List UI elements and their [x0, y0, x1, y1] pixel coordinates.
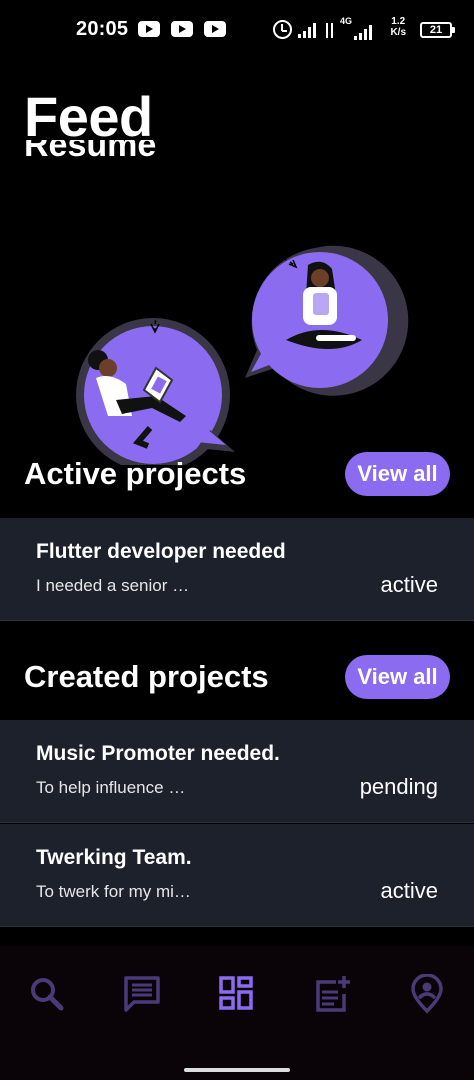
bottom-nav: [0, 946, 474, 1080]
project-status: pending: [359, 774, 438, 799]
project-status: active: [380, 572, 438, 597]
data-arrows-icon: [324, 22, 336, 38]
alarm-icon: [273, 20, 292, 39]
nav-messages[interactable]: [122, 974, 162, 1014]
location-person-icon: [411, 973, 443, 1014]
search-icon: [31, 978, 64, 1011]
nav-search[interactable]: [27, 974, 67, 1014]
battery-icon: 21: [420, 22, 455, 38]
home-indicator[interactable]: [184, 1068, 290, 1072]
note-add-icon: [316, 976, 350, 1012]
nav-feed[interactable]: [217, 974, 257, 1014]
project-card[interactable]: Music Promoter needed. To help influence…: [0, 720, 474, 823]
message-icon: [124, 976, 160, 1012]
youtube-icon: [204, 21, 226, 37]
created-projects-view-all-button[interactable]: View all: [345, 655, 450, 699]
youtube-icon: [138, 21, 160, 37]
project-description: I needed a senior …: [36, 576, 190, 595]
project-description: To twerk for my mi…: [36, 882, 191, 901]
grid-icon: [219, 976, 253, 1010]
created-projects-title: Created projects: [24, 659, 269, 694]
signal-icon: [298, 22, 318, 38]
youtube-icon: [171, 21, 193, 37]
project-status: active: [380, 878, 438, 903]
project-title: Music Promoter needed.: [36, 742, 280, 765]
page-title: Feed: [24, 85, 153, 148]
project-card[interactable]: Flutter developer needed I needed a seni…: [0, 518, 474, 621]
network-speed-unit: K/s: [390, 27, 406, 38]
network-speed: 1.2 K/s: [390, 16, 406, 38]
network-speed-value: 1.2: [391, 16, 406, 27]
nav-profile[interactable]: [407, 973, 447, 1014]
status-time: 20:05: [76, 18, 129, 40]
active-projects-title: Active projects: [24, 456, 247, 491]
status-indicators: 4G 1.2 K/s 21: [262, 16, 455, 44]
status-bar: 20:05 4G 1.2 K/s 21: [0, 0, 474, 60]
chat-illustration: [76, 245, 409, 465]
network-type: 4G: [339, 16, 352, 26]
project-card[interactable]: Twerking Team. To twerk for my mi… activ…: [0, 824, 474, 927]
project-title: Flutter developer needed: [36, 540, 286, 563]
nav-create[interactable]: [312, 974, 352, 1014]
signal-icon: [354, 24, 376, 40]
project-title: Twerking Team.: [36, 846, 192, 869]
project-description: To help influence …: [36, 778, 186, 797]
active-projects-view-all-button[interactable]: View all: [345, 452, 450, 496]
feed-scroll-area[interactable]: Resume Active projects View all Flutter …: [0, 140, 474, 940]
